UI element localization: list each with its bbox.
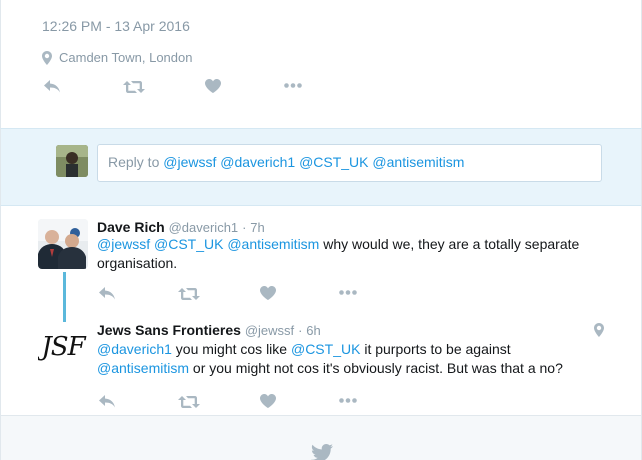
tweet-text: @daverich1 you might cos like @CST_UK it… [97,340,617,378]
text-run: it purports to be against [360,341,511,357]
reply-icon[interactable] [98,286,116,300]
location-label: Camden Town, London [59,50,193,65]
avatar-photo [38,219,88,269]
more-dots-icon[interactable] [339,398,357,403]
separator: · [298,323,303,338]
tweet-text-line: organisation. [97,255,178,271]
author-handle[interactable]: @jewssf [245,323,294,338]
author-handle[interactable]: @daverich1 [169,220,239,235]
tweet-header: Jews Sans Frontieres @jewssf · 6h [97,322,321,338]
reply-prefix: Reply to [108,154,160,170]
avatar[interactable] [38,219,88,269]
twitter-bird-icon [311,444,333,460]
author-name[interactable]: Dave Rich [97,219,165,235]
reply-input[interactable]: Reply to @jewssf @daverich1 @CST_UK @ant… [97,144,602,182]
tweet-header: Dave Rich @daverich1 · 7h [97,219,265,235]
reply-mention: @CST_UK [299,154,369,170]
location-pin-icon [42,50,52,65]
more-dots-icon[interactable] [339,290,357,295]
tweet-time[interactable]: 6h [306,323,320,338]
tweet-text-line: @daverich1 you might cos like @CST_UK it… [97,340,617,359]
mention-link[interactable]: @CST_UK [291,341,360,357]
tweet-text: @jewssf @CST_UK @antisemitism why would … [97,235,597,273]
reply-mention: @jewssf [163,154,217,170]
mention-link[interactable]: @antisemitism [97,360,189,376]
reply-mention: @daverich1 [220,154,296,170]
author-name[interactable]: Jews Sans Frontieres [97,322,241,338]
text-run: or you might not cos it's obviously raci… [189,360,563,376]
tweet-text-line: @jewssf @CST_UK @antisemitism why would … [97,235,597,254]
avatar[interactable]: JSF [38,322,88,372]
separator: · [242,220,247,235]
retweet-icon[interactable] [123,80,145,94]
user-avatar[interactable] [56,145,88,177]
tweet-text-line: @antisemitism or you might not cos it's … [97,359,617,378]
reply-tweet[interactable]: Dave Rich @daverich1 · 7h @jewssf @CST_U… [1,206,641,322]
mention-link[interactable]: @daverich1 [97,341,172,357]
like-heart-icon[interactable] [260,394,276,408]
text-run: why would we, they are a totally separat… [319,236,580,252]
like-heart-icon[interactable] [260,286,276,300]
retweet-icon[interactable] [178,287,200,301]
mention-link[interactable]: @jewssf [97,236,150,252]
user-photo [56,145,88,177]
more-dots-icon[interactable] [284,83,302,88]
location-pin-icon[interactable] [594,323,604,337]
tweet-detail-meta: 12:26 PM - 13 Apr 2016 Camden Town, Lond… [0,0,642,128]
replies-list: Dave Rich @daverich1 · 7h @jewssf @CST_U… [0,206,642,416]
reply-tweet[interactable]: JSF Jews Sans Frontieres @jewssf · 6h @d… [1,310,641,416]
reply-icon[interactable] [43,79,61,93]
reply-icon[interactable] [98,394,116,408]
tweet-timestamp[interactable]: 12:26 PM - 13 Apr 2016 [42,18,190,34]
tweet-time[interactable]: 7h [250,220,264,235]
mention-link[interactable]: @CST_UK [154,236,223,252]
timeline-footer [0,416,642,460]
reply-mention: @antisemitism [372,154,465,170]
tweet-location[interactable]: Camden Town, London [42,50,192,65]
retweet-icon[interactable] [178,395,200,409]
avatar-logo-text: JSF [41,332,85,362]
mention-link[interactable]: @antisemitism [227,236,319,252]
text-run: you might cos like [171,341,291,357]
reply-composer: Reply to @jewssf @daverich1 @CST_UK @ant… [0,128,642,206]
like-heart-icon[interactable] [205,79,221,93]
